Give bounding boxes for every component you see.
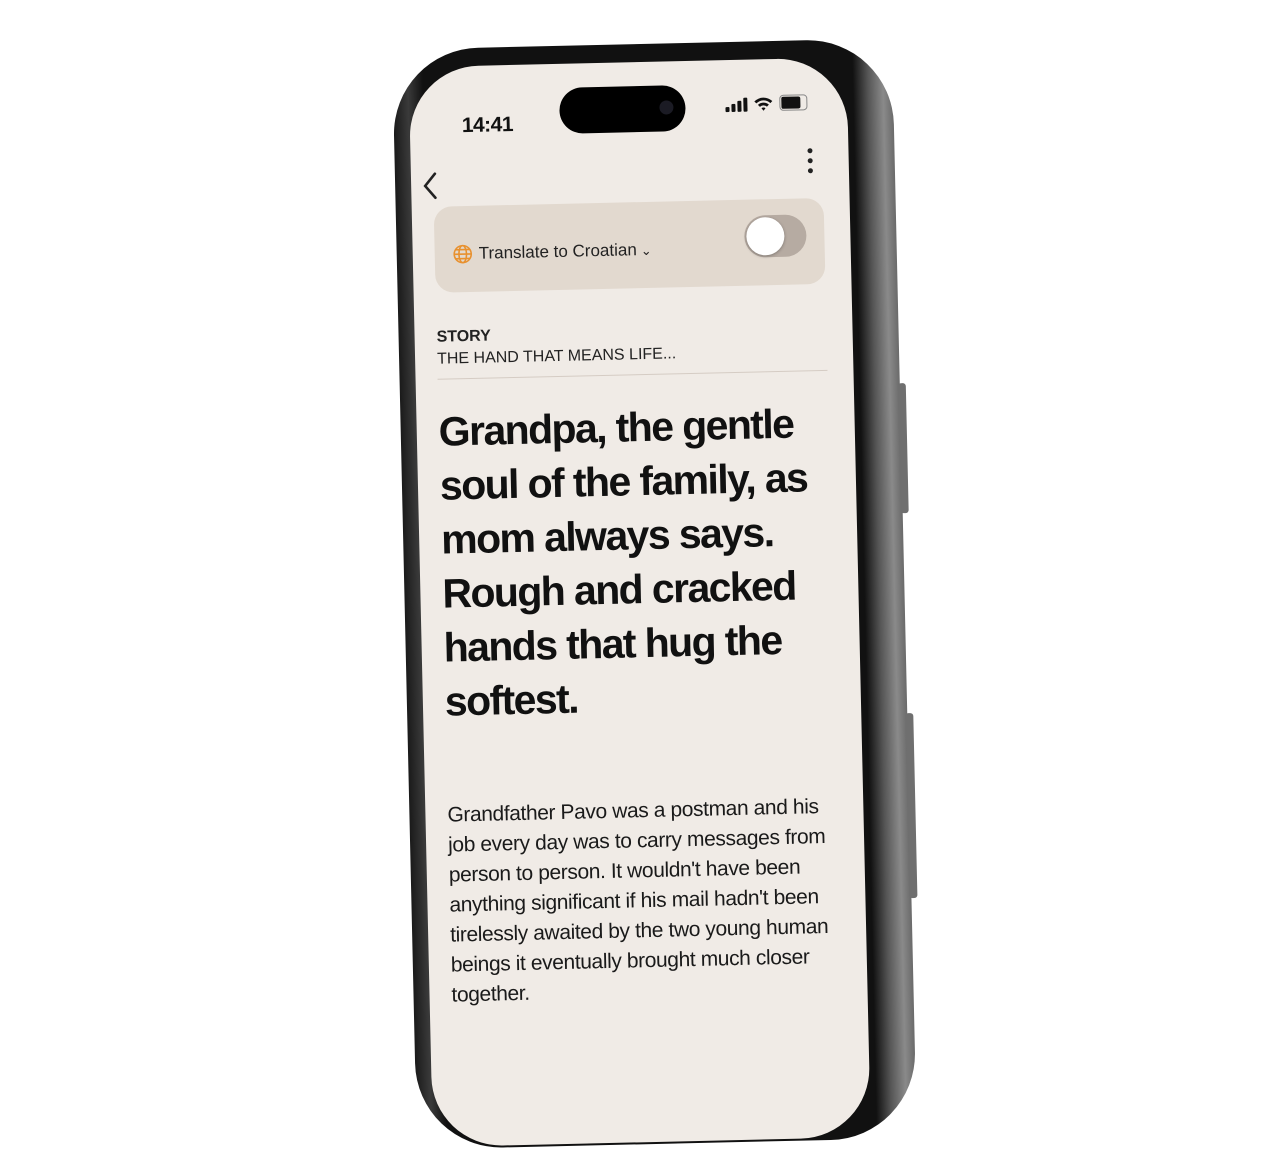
dynamic-island (558, 85, 686, 134)
toggle-knob (745, 216, 785, 256)
wifi-icon (754, 97, 773, 111)
story-body: Grandfather Pavo was a postman and his j… (447, 795, 829, 1007)
translate-bar: Translate to Croatian ⌄ (433, 197, 826, 293)
story-headline: Grandpa, the gentle soul of the family, … (438, 400, 808, 725)
globe-icon (453, 244, 473, 264)
translate-label: Translate to Croatian (478, 240, 638, 263)
translate-toggle[interactable] (743, 214, 807, 258)
phone-frame: 14:41 Translate to Croatian ⌄ STORY THE H… (392, 38, 918, 1149)
status-icons (725, 94, 808, 113)
story-title: THE HAND THAT MEANS LIFE... (436, 345, 677, 368)
status-time: 14:41 (461, 112, 514, 138)
screen: 14:41 Translate to Croatian ⌄ STORY THE H… (408, 57, 871, 1148)
divider (437, 369, 828, 380)
translate-language-dropdown[interactable]: Translate to Croatian ⌄ (478, 240, 651, 264)
side-button (905, 713, 918, 899)
camera-icon (659, 100, 674, 115)
cellular-signal-icon (725, 97, 748, 113)
volume-button (897, 383, 909, 514)
story-header: STORY THE HAND THAT MEANS LIFE... (436, 320, 828, 380)
more-options-button[interactable] (807, 148, 813, 174)
back-button[interactable] (421, 171, 440, 201)
chevron-down-icon: ⌄ (640, 242, 652, 259)
battery-icon (779, 94, 808, 111)
